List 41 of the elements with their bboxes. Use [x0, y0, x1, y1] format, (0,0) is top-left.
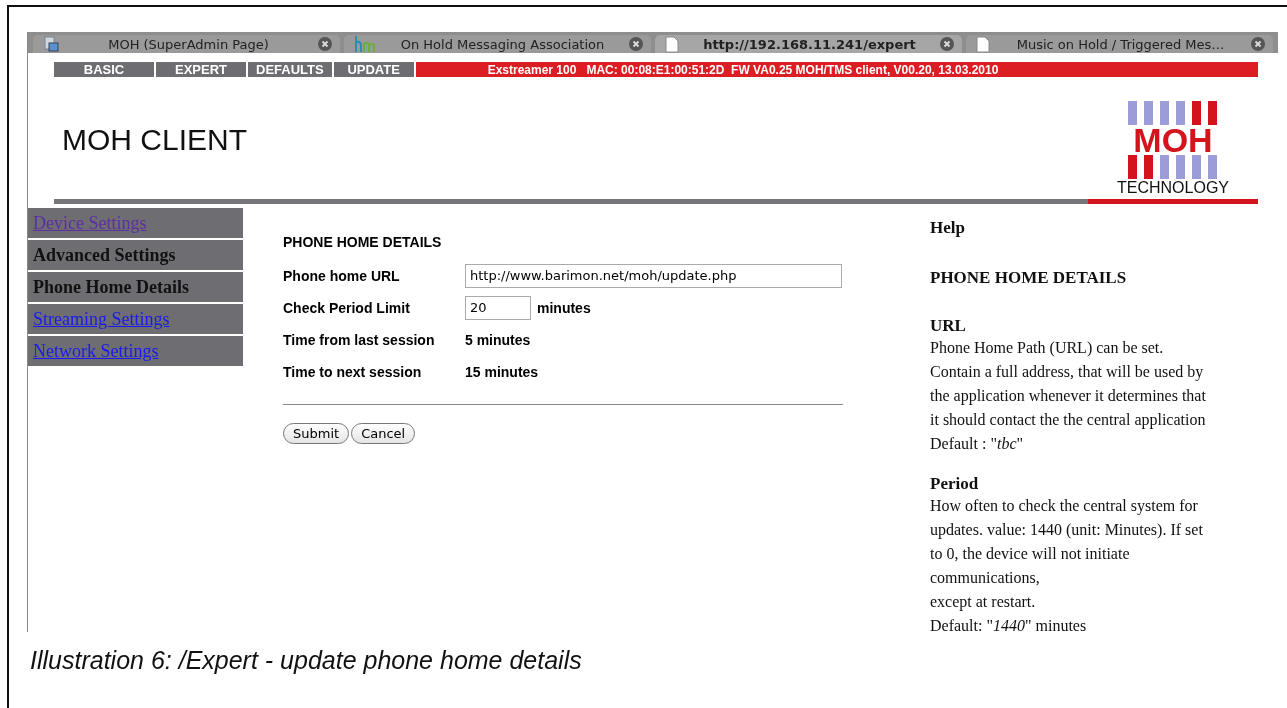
input-field[interactable]: 20	[465, 295, 531, 320]
document-icon	[43, 36, 59, 52]
browser-tab[interactable]: On Hold Messaging Association	[344, 35, 651, 53]
browser-tab[interactable]: MOH (SuperAdmin Page)	[33, 35, 340, 53]
bars-icon	[1128, 155, 1218, 179]
field-value: 15 minutes	[465, 363, 539, 380]
nav-link[interactable]: BASIC	[54, 62, 154, 77]
nav-link[interactable]: UPDATE	[333, 62, 414, 77]
bars-icon	[1128, 101, 1218, 125]
nav-link[interactable]: DEFAULTS	[248, 62, 332, 77]
help-paragraph: How often to check the central system for updates. value: 1440 (unit: Minutes). If set to 0, the device will not initiate communications, except at restart. Default: "1440" minutes	[930, 496, 1204, 636]
field-label: Phone home URL	[283, 267, 401, 284]
close-icon[interactable]	[629, 37, 643, 51]
close-icon[interactable]	[318, 37, 332, 51]
help-heading: PHONE HOME DETAILS	[930, 268, 1128, 288]
help-paragraph: Phone Home Path (URL) can be set. Contain a full address, that will be used by the application whenever it determines that it should contact the the central application Default : "tbc"	[930, 338, 1206, 454]
hm-logo-icon	[354, 35, 376, 53]
logo-tagline: TECHNOLOGY	[1117, 179, 1229, 197]
help-title: Help	[930, 218, 966, 238]
help-section-heading: Period	[930, 474, 980, 494]
input-field[interactable]: http://www.barimon.net/moh/update.php	[465, 263, 842, 288]
field-label: Time to next session	[283, 363, 423, 380]
field-value: 5 minutes	[465, 331, 531, 348]
page-title: MOH CLIENT	[62, 123, 247, 157]
help-section-heading: URL	[930, 316, 967, 336]
form-title: PHONE HOME DETAILS	[283, 234, 443, 250]
close-icon[interactable]	[940, 37, 954, 51]
logo-text: MOH	[1133, 125, 1213, 155]
form-button[interactable]: Submit	[283, 423, 350, 444]
field-label: Time from last session	[283, 331, 436, 348]
close-icon[interactable]	[1251, 37, 1265, 51]
field-label: Check Period Limit	[283, 299, 411, 316]
nav-link[interactable]: EXPERT	[156, 62, 246, 77]
device-info-bar: Exstreamer 100 MAC: 00:08:E1:00:51:2D FW VA0.25 MOH/TMS client, V00.20, 13.03.2010	[415, 62, 1258, 77]
browser-tab[interactable]: Music on Hold / Triggered Mes…	[966, 35, 1273, 53]
sidebar-item[interactable]: Phone Home Details	[28, 272, 243, 302]
browser-tab[interactable]: http://192.168.11.241/expert	[655, 35, 962, 53]
caption: Illustration 6: /Expert - update phone home details	[30, 646, 583, 675]
unit-label: minutes	[537, 299, 591, 316]
sidebar-item[interactable]: Advanced Settings	[28, 240, 243, 270]
form-button[interactable]: Cancel	[351, 423, 416, 444]
